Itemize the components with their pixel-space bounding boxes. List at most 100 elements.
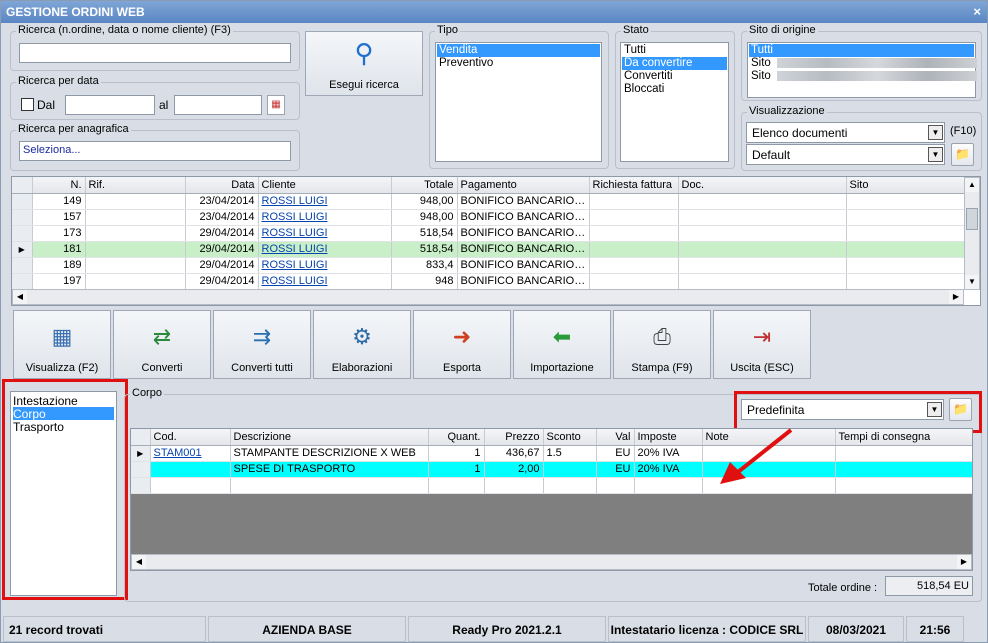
table-row[interactable]: 173 29/04/2014 ROSSI LUIGI 518,54 BONIFICO B… — [12, 225, 965, 242]
col-header-imposte[interactable]: Imposte — [634, 429, 703, 446]
scroll-up-icon[interactable]: ▲ — [965, 178, 979, 192]
col-header-totale[interactable]: Totale — [391, 177, 458, 194]
toolbar-button-printer[interactable]: ⎙ Stampa (F9) — [613, 310, 711, 379]
orders-hscrollbar[interactable]: ◀ ▶ — [12, 289, 964, 305]
table-row[interactable]: 149 23/04/2014 ROSSI LUIGI 948,00 BONIFICO B… — [12, 193, 965, 210]
table-row[interactable]: 189 29/04/2014 ROSSI LUIGI 833,4 BONIFICO BA… — [12, 257, 965, 274]
col-header-val[interactable]: Val — [596, 429, 635, 446]
scroll-right-icon[interactable]: ▶ — [957, 555, 971, 569]
toolbar-button-import[interactable]: ⬅ Importazione — [513, 310, 611, 379]
table-row[interactable]: ▶ 181 29/04/2014 ROSSI LUIGI 518,54 BONIFICO … — [12, 241, 965, 258]
scroll-down-icon[interactable]: ▼ — [965, 275, 979, 289]
col-header-richiesta-fattura[interactable]: Richiesta fattura — [589, 177, 679, 194]
row-pointer-icon[interactable]: ▶ — [131, 445, 151, 462]
scroll-left-icon[interactable]: ◀ — [13, 290, 27, 304]
scroll-thumb[interactable] — [966, 208, 978, 230]
table-row[interactable]: 197 29/04/2014 ROSSI LUIGI 948 BONIFICO BANC… — [12, 273, 965, 290]
col-header-sconto[interactable]: Sconto — [543, 429, 597, 446]
list-item-sito-1[interactable]: Sito — [749, 57, 977, 70]
row-indicator[interactable] — [12, 225, 33, 242]
scroll-right-icon[interactable]: ▶ — [949, 290, 963, 304]
search-button[interactable]: ⚲ Esegui ricerca — [305, 31, 423, 96]
cod-link[interactable]: STAM001 — [154, 447, 202, 459]
col-header-cliente[interactable]: Cliente — [258, 177, 392, 194]
cell-q: 1 — [428, 461, 485, 478]
col-header-rif[interactable]: Rif. — [85, 177, 186, 194]
row-indicator[interactable] — [12, 257, 33, 274]
cell-pag: BONIFICO BANCARIO ... — [457, 257, 590, 274]
cliente-link[interactable]: ROSSI LUIGI — [262, 259, 328, 271]
cell-cliente[interactable]: ROSSI LUIGI — [258, 273, 392, 290]
date-from-field[interactable] — [65, 95, 155, 115]
toolbar-button-gear-document[interactable]: ⚙ Elaborazioni — [313, 310, 411, 379]
cell-cliente[interactable]: ROSSI LUIGI — [258, 241, 392, 258]
col-header-sito[interactable]: Sito — [846, 177, 965, 194]
list-item-convertiti[interactable]: Convertiti — [622, 70, 727, 83]
list-item-bloccati[interactable]: Bloccati — [622, 83, 727, 96]
toolbar-button-label: Stampa (F9) — [631, 362, 693, 374]
cell-doc — [678, 209, 847, 226]
cell-cliente[interactable]: ROSSI LUIGI — [258, 193, 392, 210]
row-indicator[interactable] — [12, 209, 33, 226]
toolbar-button-convert[interactable]: ⇄ Converti — [113, 310, 211, 379]
cliente-link[interactable]: ROSSI LUIGI — [262, 211, 328, 223]
toolbar-button-grid[interactable]: ▦ Visualizza (F2) — [13, 310, 111, 379]
col-header-n[interactable]: N. — [32, 177, 86, 194]
corpo-hscrollbar[interactable]: ◀ ▶ — [131, 554, 972, 570]
col-header-cod[interactable]: Cod. — [150, 429, 231, 446]
list-item-preventivo[interactable]: Preventivo — [437, 57, 600, 70]
row-indicator[interactable] — [12, 193, 33, 210]
list-item-vendita[interactable]: Vendita — [437, 44, 600, 57]
cliente-link[interactable]: ROSSI LUIGI — [262, 243, 328, 255]
chevron-down-icon[interactable]: ▼ — [928, 147, 943, 162]
cell-cliente[interactable]: ROSSI LUIGI — [258, 225, 392, 242]
anagrafica-select[interactable]: Seleziona... — [19, 141, 291, 161]
col-header-pagamento[interactable]: Pagamento — [457, 177, 590, 194]
date-to-field[interactable] — [174, 95, 262, 115]
tipo-list[interactable]: Vendita Preventivo — [435, 42, 602, 162]
layout-combo[interactable]: Default ▼ — [746, 144, 945, 165]
toolbar-button-convert-all[interactable]: ⇉ Converti tutti — [213, 310, 311, 379]
col-header-doc[interactable]: Doc. — [678, 177, 847, 194]
chevron-down-icon[interactable]: ▼ — [928, 125, 943, 140]
cliente-link[interactable]: ROSSI LUIGI — [262, 195, 328, 207]
col-header-data[interactable]: Data — [185, 177, 259, 194]
table-row[interactable]: SPESE DI TRASPORTO 1 2,00 EU 20% IVA — [131, 461, 972, 478]
list-item-sito-2[interactable]: Sito — [749, 70, 977, 83]
scroll-left-icon[interactable]: ◀ — [132, 555, 146, 569]
list-item-tutti[interactable]: Tutti — [622, 44, 727, 57]
cell-cliente[interactable]: ROSSI LUIGI — [258, 257, 392, 274]
orders-vscrollbar[interactable]: ▲ ▼ — [964, 177, 980, 290]
status-date: 08/03/2021 — [808, 616, 904, 642]
corpo-new-row[interactable] — [131, 477, 972, 494]
row-indicator[interactable] — [131, 461, 151, 478]
close-icon[interactable]: × — [973, 4, 981, 19]
col-header-tempi[interactable]: Tempi di consegna — [835, 429, 972, 446]
list-item-da-convertire[interactable]: Da convertire — [622, 57, 727, 70]
sito-2-label: Sito — [751, 70, 771, 82]
cliente-link[interactable]: ROSSI LUIGI — [262, 275, 328, 287]
cell-totale: 948 — [391, 273, 458, 290]
col-header-descrizione[interactable]: Descrizione — [230, 429, 429, 446]
row-indicator[interactable] — [12, 273, 33, 290]
cell-sconto — [543, 461, 597, 478]
col-header-quant[interactable]: Quant. — [428, 429, 485, 446]
table-row[interactable]: ▶ STAM001 STAMPANTE DESCRIZIONE X WEB 1 436,… — [131, 445, 972, 462]
folder-icon[interactable]: 📁 — [951, 143, 974, 166]
dal-checkbox[interactable] — [21, 98, 34, 111]
row-pointer-icon[interactable]: ▶ — [12, 241, 33, 258]
cell-rif — [85, 273, 186, 290]
cell-totale: 833,4 — [391, 257, 458, 274]
col-header-prezzo[interactable]: Prezzo — [484, 429, 544, 446]
view-combo[interactable]: Elenco documenti ▼ — [746, 122, 945, 143]
sito-list[interactable]: Tutti Sito Sito — [747, 42, 977, 98]
toolbar-button-exit[interactable]: ⇥ Uscita (ESC) — [713, 310, 811, 379]
cliente-link[interactable]: ROSSI LUIGI — [262, 227, 328, 239]
search-input[interactable] — [19, 43, 291, 63]
table-row[interactable]: 157 23/04/2014 ROSSI LUIGI 948,00 BONIFICO B… — [12, 209, 965, 226]
stato-list[interactable]: Tutti Da convertire Convertiti Bloccati — [620, 42, 729, 162]
toolbar-button-export[interactable]: ➜ Esporta — [413, 310, 511, 379]
calendar-icon[interactable]: ▦ — [267, 95, 285, 115]
cell-cliente[interactable]: ROSSI LUIGI — [258, 209, 392, 226]
list-item-sito-tutti[interactable]: Tutti — [749, 44, 974, 57]
